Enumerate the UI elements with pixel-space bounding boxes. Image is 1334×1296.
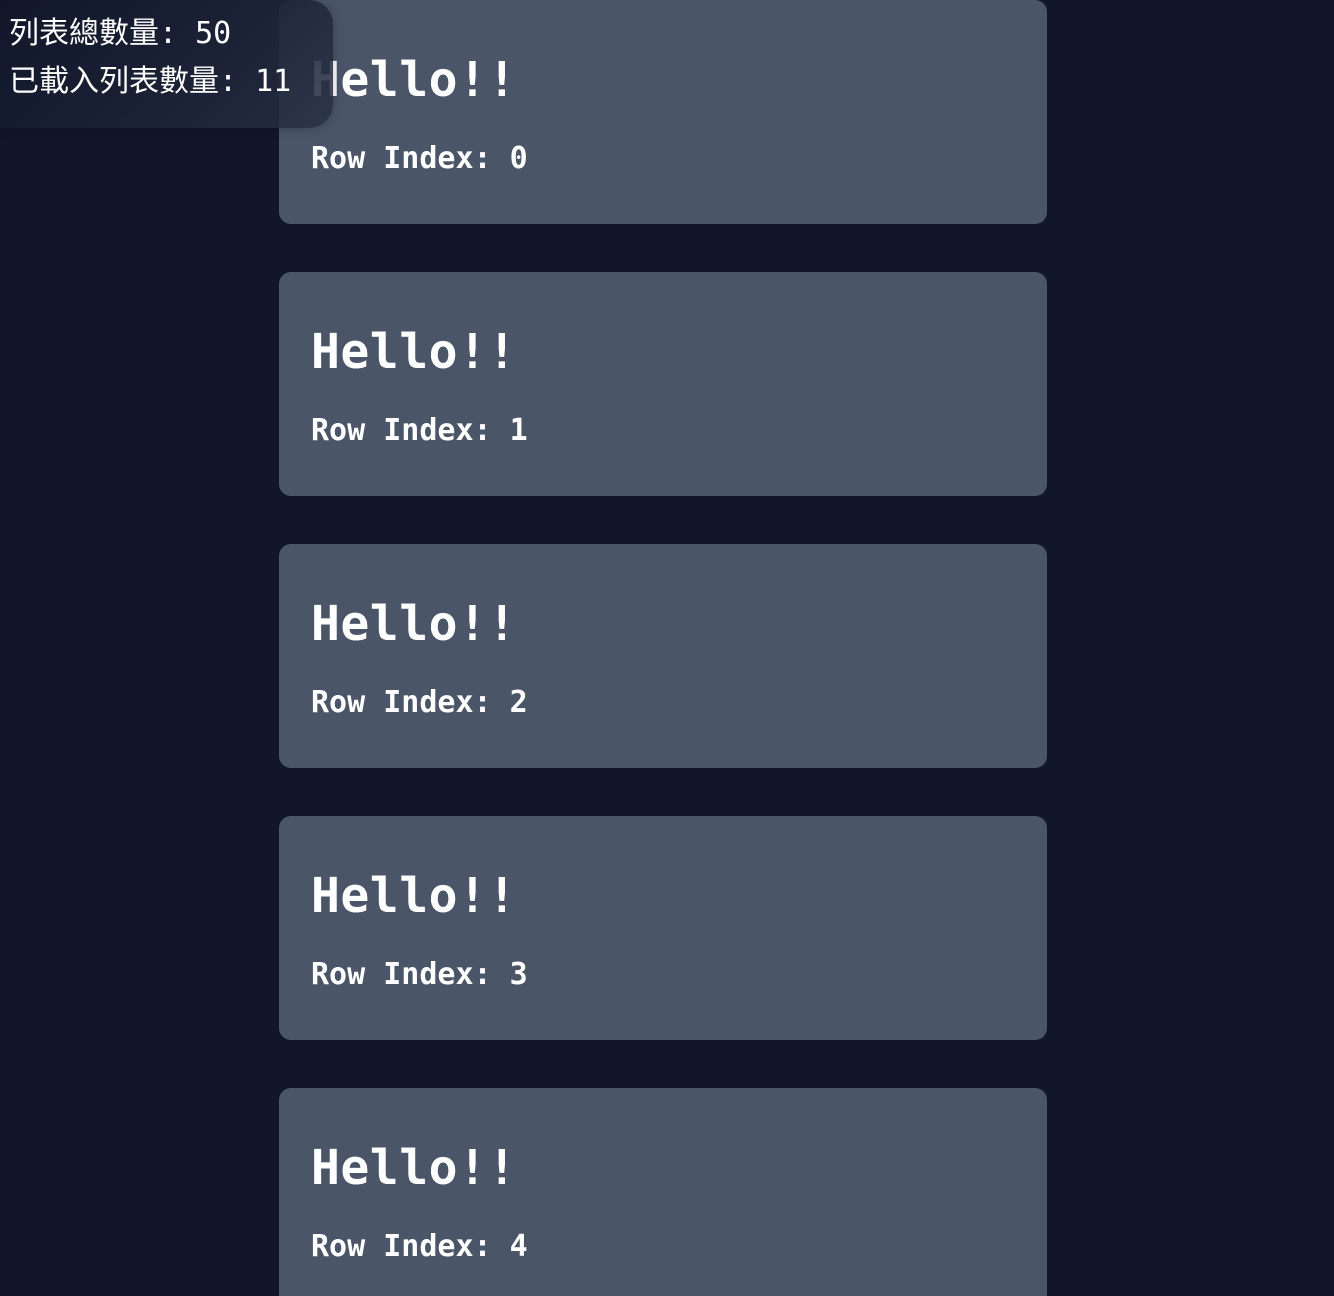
total-count-label: 列表總數量: [9, 16, 196, 51]
total-count-value: 50 [195, 16, 232, 51]
row-index-label: Row Index: 1 [311, 413, 528, 448]
card-title: Hello!! [311, 324, 517, 380]
loaded-count-label: 已載入列表數量: [9, 64, 256, 99]
list-item: Hello!! Row Index: 0 [279, 0, 1047, 224]
card-title: Hello!! [311, 52, 517, 108]
list-stats-panel: 列表總數量: 50 已載入列表數量: 11 [0, 0, 333, 128]
virtual-list[interactable]: Hello!! Row Index: 0 Hello!! Row Index: … [279, 0, 1047, 1296]
row-index-label: Row Index: 0 [311, 141, 528, 176]
list-item: Hello!! Row Index: 1 [279, 272, 1047, 496]
card-title: Hello!! [311, 1140, 517, 1196]
loaded-count-value: 11 [255, 64, 292, 99]
card-title: Hello!! [311, 596, 517, 652]
row-index-label: Row Index: 2 [311, 685, 528, 720]
card-title: Hello!! [311, 868, 517, 924]
list-item: Hello!! Row Index: 2 [279, 544, 1047, 768]
list-item: Hello!! Row Index: 4 [279, 1088, 1047, 1296]
list-item: Hello!! Row Index: 3 [279, 816, 1047, 1040]
total-count-line: 列表總數量: 50 [9, 10, 333, 58]
loaded-count-line: 已載入列表數量: 11 [9, 58, 333, 106]
row-index-label: Row Index: 3 [311, 957, 528, 992]
row-index-label: Row Index: 4 [311, 1229, 528, 1264]
